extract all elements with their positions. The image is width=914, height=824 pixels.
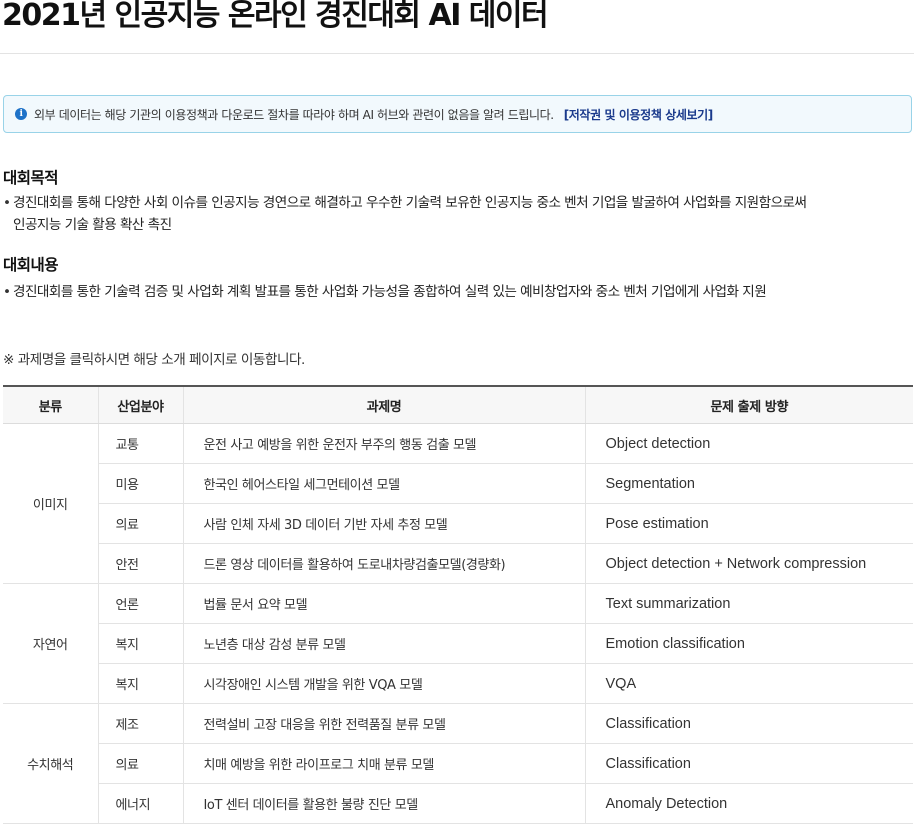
purpose-text: 경진대회를 통해 다양한 사회 이슈를 인공지능 경연으로 해결하고 우수한 기… xyxy=(3,192,908,236)
table-row: 안전 드론 영상 데이터를 활용하여 도로내차량검출모델(경량화) Object… xyxy=(3,543,913,584)
info-icon: i xyxy=(15,108,27,120)
direction-cell: Classification xyxy=(584,703,913,744)
task-table: 분류 산업분야 과제명 문제 출제 방향 이미지 교통 운전 사고 예방을 위한… xyxy=(3,385,913,824)
table-row: 복지 시각장애인 시스템 개발을 위한 VQA 모델 VQA xyxy=(3,663,913,704)
direction-cell: Classification xyxy=(584,743,913,784)
industry-cell: 복지 xyxy=(97,663,183,704)
table-row: 자연어 언론 법률 문서 요약 모델 Text summarization xyxy=(3,583,913,704)
task-name-link[interactable]: 전력설비 고장 대응을 위한 전력품질 분류 모델 xyxy=(204,718,446,733)
industry-cell: 의료 xyxy=(97,743,183,784)
purpose-line-2: 인공지능 기술 활용 확산 촉진 xyxy=(13,217,172,233)
task-name-link[interactable]: 사람 인체 자세 3D 데이터 기반 자세 추정 모델 xyxy=(204,518,448,533)
category-cell: 자연어 xyxy=(3,583,98,704)
title-divider xyxy=(0,53,914,54)
task-name-link[interactable]: IoT 센터 데이터를 활용한 불량 진단 모델 xyxy=(204,798,419,813)
table-row: 수치해석 제조 전력설비 고장 대응을 위한 전력품질 분류 모델 Classi… xyxy=(3,703,913,824)
task-name-link[interactable]: 운전 사고 예방을 위한 운전자 부주의 행동 검출 모델 xyxy=(204,438,477,453)
industry-cell: 복지 xyxy=(97,623,183,664)
industry-cell: 제조 xyxy=(97,703,183,744)
copyright-policy-link[interactable]: [저작권 및 이용정책 상세보기] xyxy=(564,106,714,123)
direction-cell: Anomaly Detection xyxy=(584,783,913,824)
task-name-link[interactable]: 드론 영상 데이터를 활용하여 도로내차량검출모델(경량화) xyxy=(204,558,506,573)
content-line: 경진대회를 통한 기술력 검증 및 사업화 계획 발표를 통한 사업화 가능성을… xyxy=(13,284,767,300)
industry-cell: 의료 xyxy=(97,503,183,544)
content-text: 경진대회를 통한 기술력 검증 및 사업화 계획 발표를 통한 사업화 가능성을… xyxy=(3,281,908,303)
table-row: 복지 노년층 대상 감성 분류 모델 Emotion classificatio… xyxy=(3,623,913,664)
industry-cell: 에너지 xyxy=(97,783,183,824)
direction-cell: Object detection + Network compression xyxy=(584,543,913,584)
direction-cell: Object detection xyxy=(584,423,913,464)
table-row: 의료 사람 인체 자세 3D 데이터 기반 자세 추정 모델 Pose esti… xyxy=(3,503,913,544)
industry-cell: 안전 xyxy=(97,543,183,584)
direction-cell: Emotion classification xyxy=(584,623,913,664)
purpose-heading: 대회목적 xyxy=(3,169,59,187)
industry-cell: 미용 xyxy=(97,463,183,504)
notice-text: 외부 데이터는 해당 기관의 이용정책과 다운로드 절차를 따라야 하며 AI … xyxy=(34,107,554,122)
direction-cell: Segmentation xyxy=(584,463,913,504)
category-cell: 이미지 xyxy=(3,423,98,584)
header-direction: 문제 출제 방향 xyxy=(584,385,913,424)
page: 2021년 인공지능 온라인 경진대회 AI 데이터 i 외부 데이터는 해당 … xyxy=(0,0,914,824)
purpose-line-1: 경진대회를 통해 다양한 사회 이슈를 인공지능 경연으로 해결하고 우수한 기… xyxy=(13,195,807,211)
header-task-name: 과제명 xyxy=(182,385,585,424)
industry-cell: 교통 xyxy=(97,423,183,464)
task-name-link[interactable]: 법률 문서 요약 모델 xyxy=(204,598,308,613)
task-name-link[interactable]: 시각장애인 시스템 개발을 위한 VQA 모델 xyxy=(204,678,423,693)
direction-cell: VQA xyxy=(584,663,913,704)
header-category: 분류 xyxy=(3,385,98,424)
table-row: 의료 치매 예방을 위한 라이프로그 치매 분류 모델 Classificati… xyxy=(3,743,913,784)
task-name-link[interactable]: 노년층 대상 감성 분류 모델 xyxy=(204,638,346,653)
header-industry: 산업분야 xyxy=(97,385,183,424)
industry-cell: 언론 xyxy=(97,583,183,624)
page-title: 2021년 인공지능 온라인 경진대회 AI 데이터 xyxy=(2,0,549,33)
table-header-row: 분류 산업분야 과제명 문제 출제 방향 xyxy=(3,385,913,424)
content-heading: 대회내용 xyxy=(3,256,59,274)
table-row: 미용 한국인 헤어스타일 세그먼테이션 모델 Segmentation xyxy=(3,463,913,504)
table-row: 에너지 IoT 센터 데이터를 활용한 불량 진단 모델 Anomaly Det… xyxy=(3,783,913,824)
task-name-link[interactable]: 치매 예방을 위한 라이프로그 치매 분류 모델 xyxy=(204,758,435,773)
direction-cell: Text summarization xyxy=(584,583,913,624)
table-row: 이미지 교통 운전 사고 예방을 위한 운전자 부주의 행동 검출 모델 Obj… xyxy=(3,423,913,584)
direction-cell: Pose estimation xyxy=(584,503,913,544)
table-note: ※ 과제명을 클릭하시면 해당 소개 페이지로 이동합니다. xyxy=(3,352,305,368)
notice-banner: i 외부 데이터는 해당 기관의 이용정책과 다운로드 절차를 따라야 하며 A… xyxy=(3,95,912,133)
task-name-link[interactable]: 한국인 헤어스타일 세그먼테이션 모델 xyxy=(204,478,401,493)
category-cell: 수치해석 xyxy=(3,703,98,824)
